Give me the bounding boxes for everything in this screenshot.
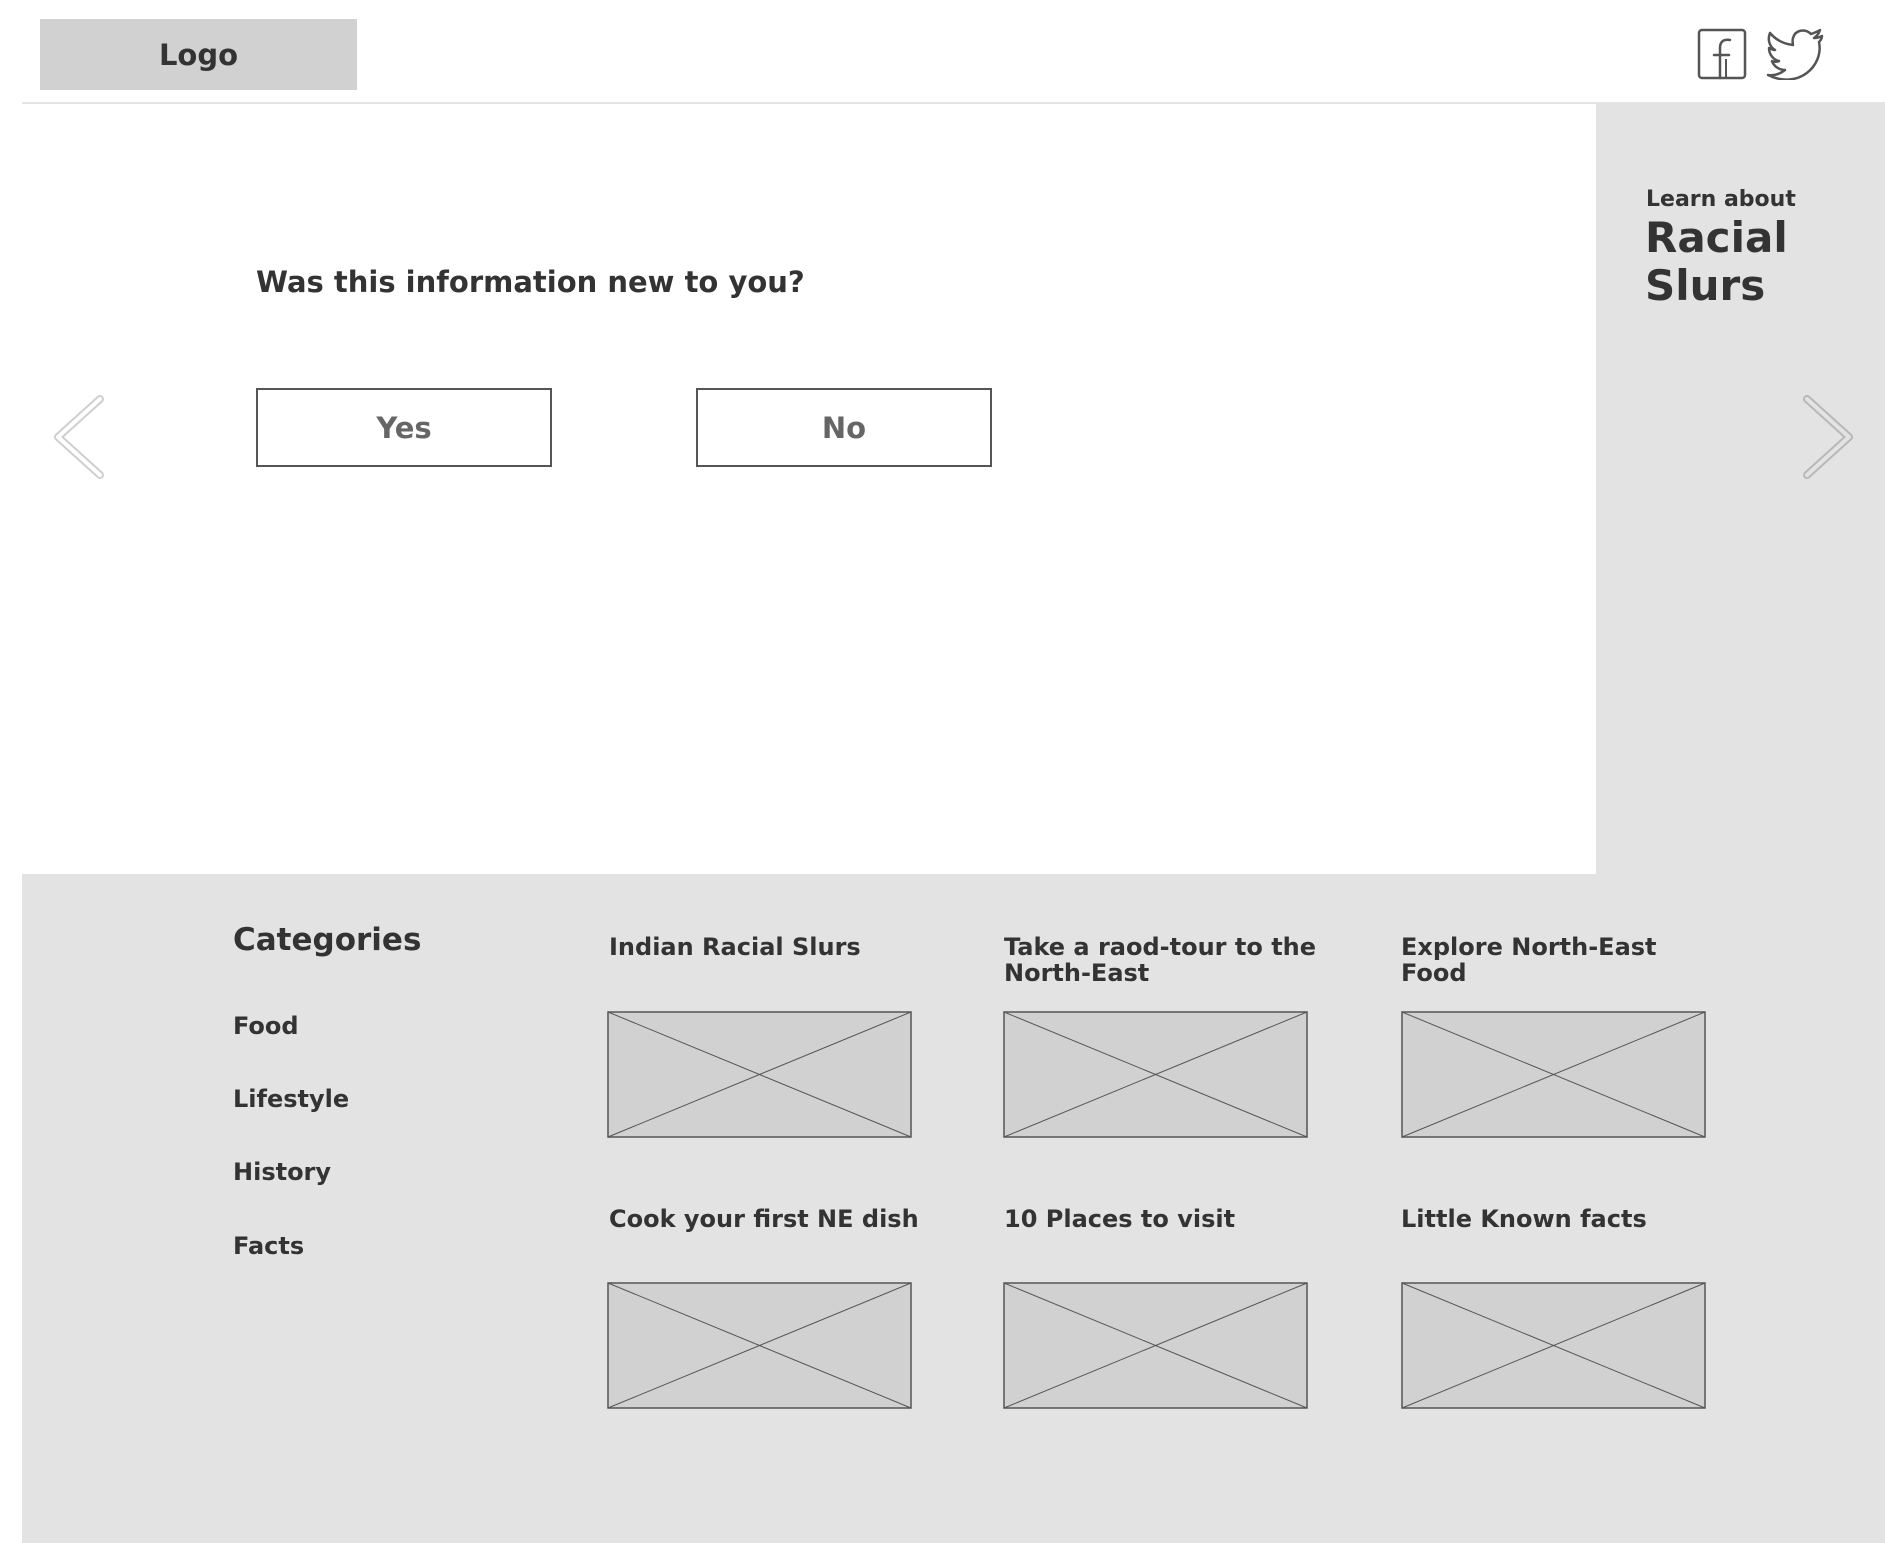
logo[interactable]: Logo: [40, 19, 357, 90]
card-title[interactable]: Cook your first NE dish: [609, 1206, 929, 1232]
image-placeholder-icon[interactable]: [1003, 1011, 1308, 1138]
category-link-history[interactable]: History: [233, 1158, 331, 1186]
card-title[interactable]: Explore North-East Food: [1401, 934, 1721, 986]
poll-question: Was this information new to you?: [256, 265, 805, 299]
category-link-lifestyle[interactable]: Lifestyle: [233, 1085, 349, 1113]
card-title[interactable]: Indian Racial Slurs: [609, 934, 929, 960]
card-title[interactable]: Little Known facts: [1401, 1206, 1721, 1232]
feature-eyebrow: Learn about: [1646, 187, 1796, 212]
image-placeholder-icon[interactable]: [607, 1011, 912, 1138]
card-title[interactable]: 10 Places to visit: [1004, 1206, 1324, 1232]
feature-title[interactable]: Racial Slurs: [1645, 214, 1865, 310]
card-title[interactable]: Take a raod-tour to the North-East: [1004, 934, 1324, 986]
facebook-icon[interactable]: [1697, 28, 1747, 80]
category-link-food[interactable]: Food: [233, 1012, 299, 1040]
image-placeholder-icon[interactable]: [1401, 1011, 1706, 1138]
image-placeholder-icon[interactable]: [1401, 1282, 1706, 1409]
category-link-facts[interactable]: Facts: [233, 1232, 304, 1260]
image-placeholder-icon[interactable]: [607, 1282, 912, 1409]
no-button[interactable]: No: [696, 388, 992, 467]
yes-button[interactable]: Yes: [256, 388, 552, 467]
categories-title: Categories: [233, 922, 422, 958]
chevron-left-icon[interactable]: [50, 395, 110, 479]
chevron-right-icon[interactable]: [1797, 395, 1857, 479]
twitter-icon[interactable]: [1766, 28, 1826, 80]
image-placeholder-icon[interactable]: [1003, 1282, 1308, 1409]
